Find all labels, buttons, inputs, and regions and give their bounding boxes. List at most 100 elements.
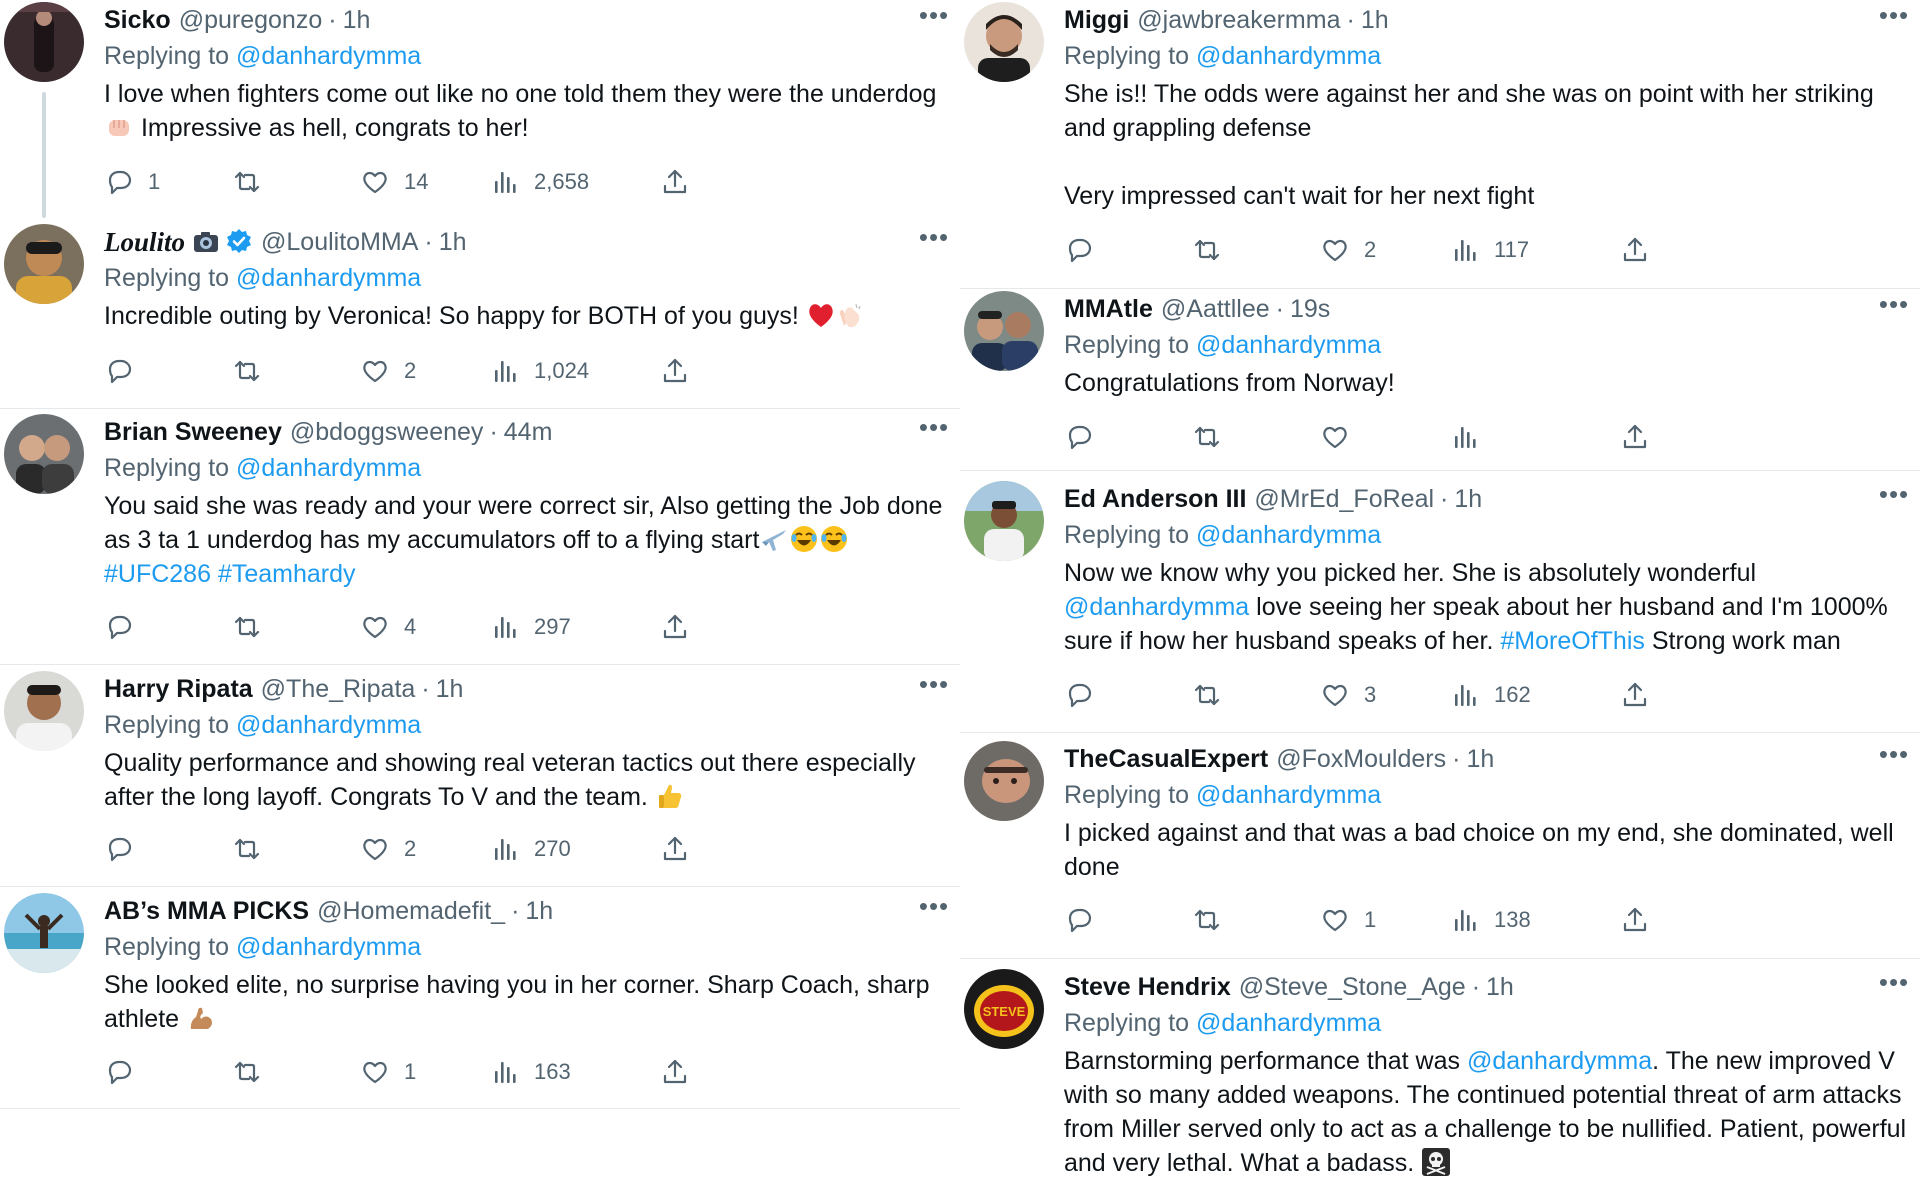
like-button[interactable]: 1 bbox=[1320, 902, 1376, 938]
display-name[interactable]: Harry Ripata bbox=[104, 675, 253, 704]
timestamp[interactable]: 19s bbox=[1290, 295, 1330, 324]
replying-to-mention[interactable]: @danhardymma bbox=[236, 711, 421, 739]
display-name[interactable]: Ed Anderson III bbox=[1064, 485, 1246, 514]
views-button[interactable]: 297 bbox=[490, 609, 571, 645]
more-options-icon[interactable]: ••• bbox=[916, 2, 952, 32]
share-button[interactable] bbox=[1620, 902, 1650, 938]
avatar[interactable]: STEVE bbox=[964, 969, 1044, 1049]
like-button[interactable] bbox=[1320, 419, 1350, 455]
replying-to-mention[interactable]: @danhardymma bbox=[236, 42, 421, 70]
timestamp[interactable]: 44m bbox=[504, 418, 553, 447]
like-button[interactable]: 1 bbox=[360, 1054, 416, 1090]
replying-to-mention[interactable]: @danhardymma bbox=[236, 933, 421, 961]
timestamp[interactable]: 1h bbox=[343, 6, 371, 35]
share-button[interactable] bbox=[660, 164, 690, 200]
share-button[interactable] bbox=[660, 353, 690, 389]
user-handle[interactable]: @jawbreakermma bbox=[1137, 6, 1340, 35]
like-button[interactable]: 2 bbox=[360, 353, 416, 389]
user-handle[interactable]: @LoulitoMMA bbox=[261, 228, 418, 257]
hashtag-link[interactable]: #Teamhardy bbox=[218, 560, 356, 588]
like-button[interactable]: 4 bbox=[360, 609, 416, 645]
timestamp[interactable]: 1h bbox=[1454, 485, 1482, 514]
avatar[interactable] bbox=[964, 2, 1044, 82]
timestamp[interactable]: 1h bbox=[436, 675, 464, 704]
display-name[interactable]: Loulito bbox=[104, 227, 185, 258]
user-handle[interactable]: @The_Ripata bbox=[261, 675, 416, 704]
avatar[interactable] bbox=[964, 481, 1044, 561]
tweet-sicko[interactable]: Sicko @puregonzo · 1h ••• Replying to @d… bbox=[0, 0, 960, 222]
user-handle[interactable]: @Homemadefit_ bbox=[317, 897, 505, 926]
replying-to-mention[interactable]: @danhardymma bbox=[1196, 331, 1381, 359]
retweet-button[interactable] bbox=[232, 831, 262, 867]
tweet-ed-anderson[interactable]: Ed Anderson III @MrEd_FoReal · 1h ••• Re… bbox=[960, 471, 1920, 733]
retweet-button[interactable] bbox=[232, 353, 262, 389]
views-button[interactable]: 138 bbox=[1450, 902, 1531, 938]
retweet-button[interactable] bbox=[1192, 902, 1222, 938]
more-options-icon[interactable]: ••• bbox=[1876, 291, 1912, 321]
replying-to-mention[interactable]: @danhardymma bbox=[1196, 781, 1381, 809]
share-button[interactable] bbox=[660, 831, 690, 867]
tweet-thecasualexpert[interactable]: TheCasualExpert @FoxMoulders · 1h ••• Re… bbox=[960, 733, 1920, 959]
user-handle[interactable]: @Aattllee bbox=[1161, 295, 1270, 324]
display-name[interactable]: Steve Hendrix bbox=[1064, 973, 1231, 1002]
retweet-button[interactable] bbox=[1192, 419, 1222, 455]
tweet-miggi[interactable]: Miggi @jawbreakermma · 1h ••• Replying t… bbox=[960, 0, 1920, 289]
more-options-icon[interactable]: ••• bbox=[916, 224, 952, 254]
reply-button[interactable] bbox=[1064, 902, 1094, 938]
avatar[interactable] bbox=[964, 291, 1044, 371]
display-name[interactable]: Brian Sweeney bbox=[104, 418, 282, 447]
timestamp[interactable]: 1h bbox=[1466, 745, 1494, 774]
retweet-button[interactable] bbox=[232, 609, 262, 645]
retweet-button[interactable] bbox=[232, 1054, 262, 1090]
more-options-icon[interactable]: ••• bbox=[916, 671, 952, 701]
views-button[interactable]: 163 bbox=[490, 1054, 571, 1090]
share-button[interactable] bbox=[660, 1054, 690, 1090]
like-button[interactable]: 2 bbox=[360, 831, 416, 867]
reply-button[interactable] bbox=[1064, 232, 1094, 268]
user-handle[interactable]: @FoxMoulders bbox=[1276, 745, 1446, 774]
mention-link[interactable]: @danhardymma bbox=[1467, 1047, 1652, 1075]
hashtag-link[interactable]: #UFC286 bbox=[104, 560, 211, 588]
user-handle[interactable]: @Steve_Stone_Age bbox=[1239, 973, 1466, 1002]
views-button[interactable] bbox=[1450, 419, 1480, 455]
hashtag-link[interactable]: #MoreOfThis bbox=[1500, 627, 1644, 655]
tweet-brian-sweeney[interactable]: Brian Sweeney @bdoggsweeney · 44m ••• Re… bbox=[0, 409, 960, 665]
views-button[interactable]: 1,024 bbox=[490, 353, 589, 389]
share-button[interactable] bbox=[660, 609, 690, 645]
replying-to-mention[interactable]: @danhardymma bbox=[1196, 521, 1381, 549]
tweet-steve-hendrix[interactable]: STEVE Steve Hendrix @Steve_Stone_Age · 1… bbox=[960, 959, 1920, 1200]
avatar[interactable] bbox=[4, 414, 84, 494]
share-button[interactable] bbox=[1620, 419, 1650, 455]
more-options-icon[interactable]: ••• bbox=[916, 893, 952, 923]
reply-button[interactable] bbox=[104, 609, 134, 645]
tweet-harry-ripata[interactable]: Harry Ripata @The_Ripata · 1h ••• Replyi… bbox=[0, 665, 960, 887]
share-button[interactable] bbox=[1620, 232, 1650, 268]
views-button[interactable]: 117 bbox=[1450, 232, 1529, 268]
replying-to-mention[interactable]: @danhardymma bbox=[1196, 42, 1381, 70]
reply-button[interactable] bbox=[1064, 419, 1094, 455]
replying-to-mention[interactable]: @danhardymma bbox=[236, 454, 421, 482]
display-name[interactable]: Miggi bbox=[1064, 6, 1129, 35]
more-options-icon[interactable]: ••• bbox=[916, 414, 952, 444]
mention-link[interactable]: @danhardymma bbox=[1064, 593, 1249, 621]
verified-badge-icon[interactable] bbox=[225, 228, 253, 256]
more-options-icon[interactable]: ••• bbox=[1876, 481, 1912, 511]
retweet-button[interactable] bbox=[232, 164, 262, 200]
display-name[interactable]: TheCasualExpert bbox=[1064, 745, 1268, 774]
user-handle[interactable]: @puregonzo bbox=[179, 6, 323, 35]
more-options-icon[interactable]: ••• bbox=[1876, 741, 1912, 771]
reply-button[interactable] bbox=[104, 831, 134, 867]
retweet-button[interactable] bbox=[1192, 677, 1222, 713]
replying-to-mention[interactable]: @danhardymma bbox=[1196, 1009, 1381, 1037]
display-name[interactable]: Sicko bbox=[104, 6, 171, 35]
display-name[interactable]: MMAtle bbox=[1064, 295, 1153, 324]
avatar[interactable] bbox=[4, 224, 84, 304]
timestamp[interactable]: 1h bbox=[439, 228, 467, 257]
replying-to-mention[interactable]: @danhardymma bbox=[236, 264, 421, 292]
user-handle[interactable]: @bdoggsweeney bbox=[290, 418, 484, 447]
views-button[interactable]: 2,658 bbox=[490, 164, 589, 200]
avatar[interactable] bbox=[4, 2, 84, 82]
more-options-icon[interactable]: ••• bbox=[1876, 969, 1912, 999]
display-name[interactable]: AB’s MMA PICKS bbox=[104, 897, 309, 926]
views-button[interactable]: 270 bbox=[490, 831, 571, 867]
